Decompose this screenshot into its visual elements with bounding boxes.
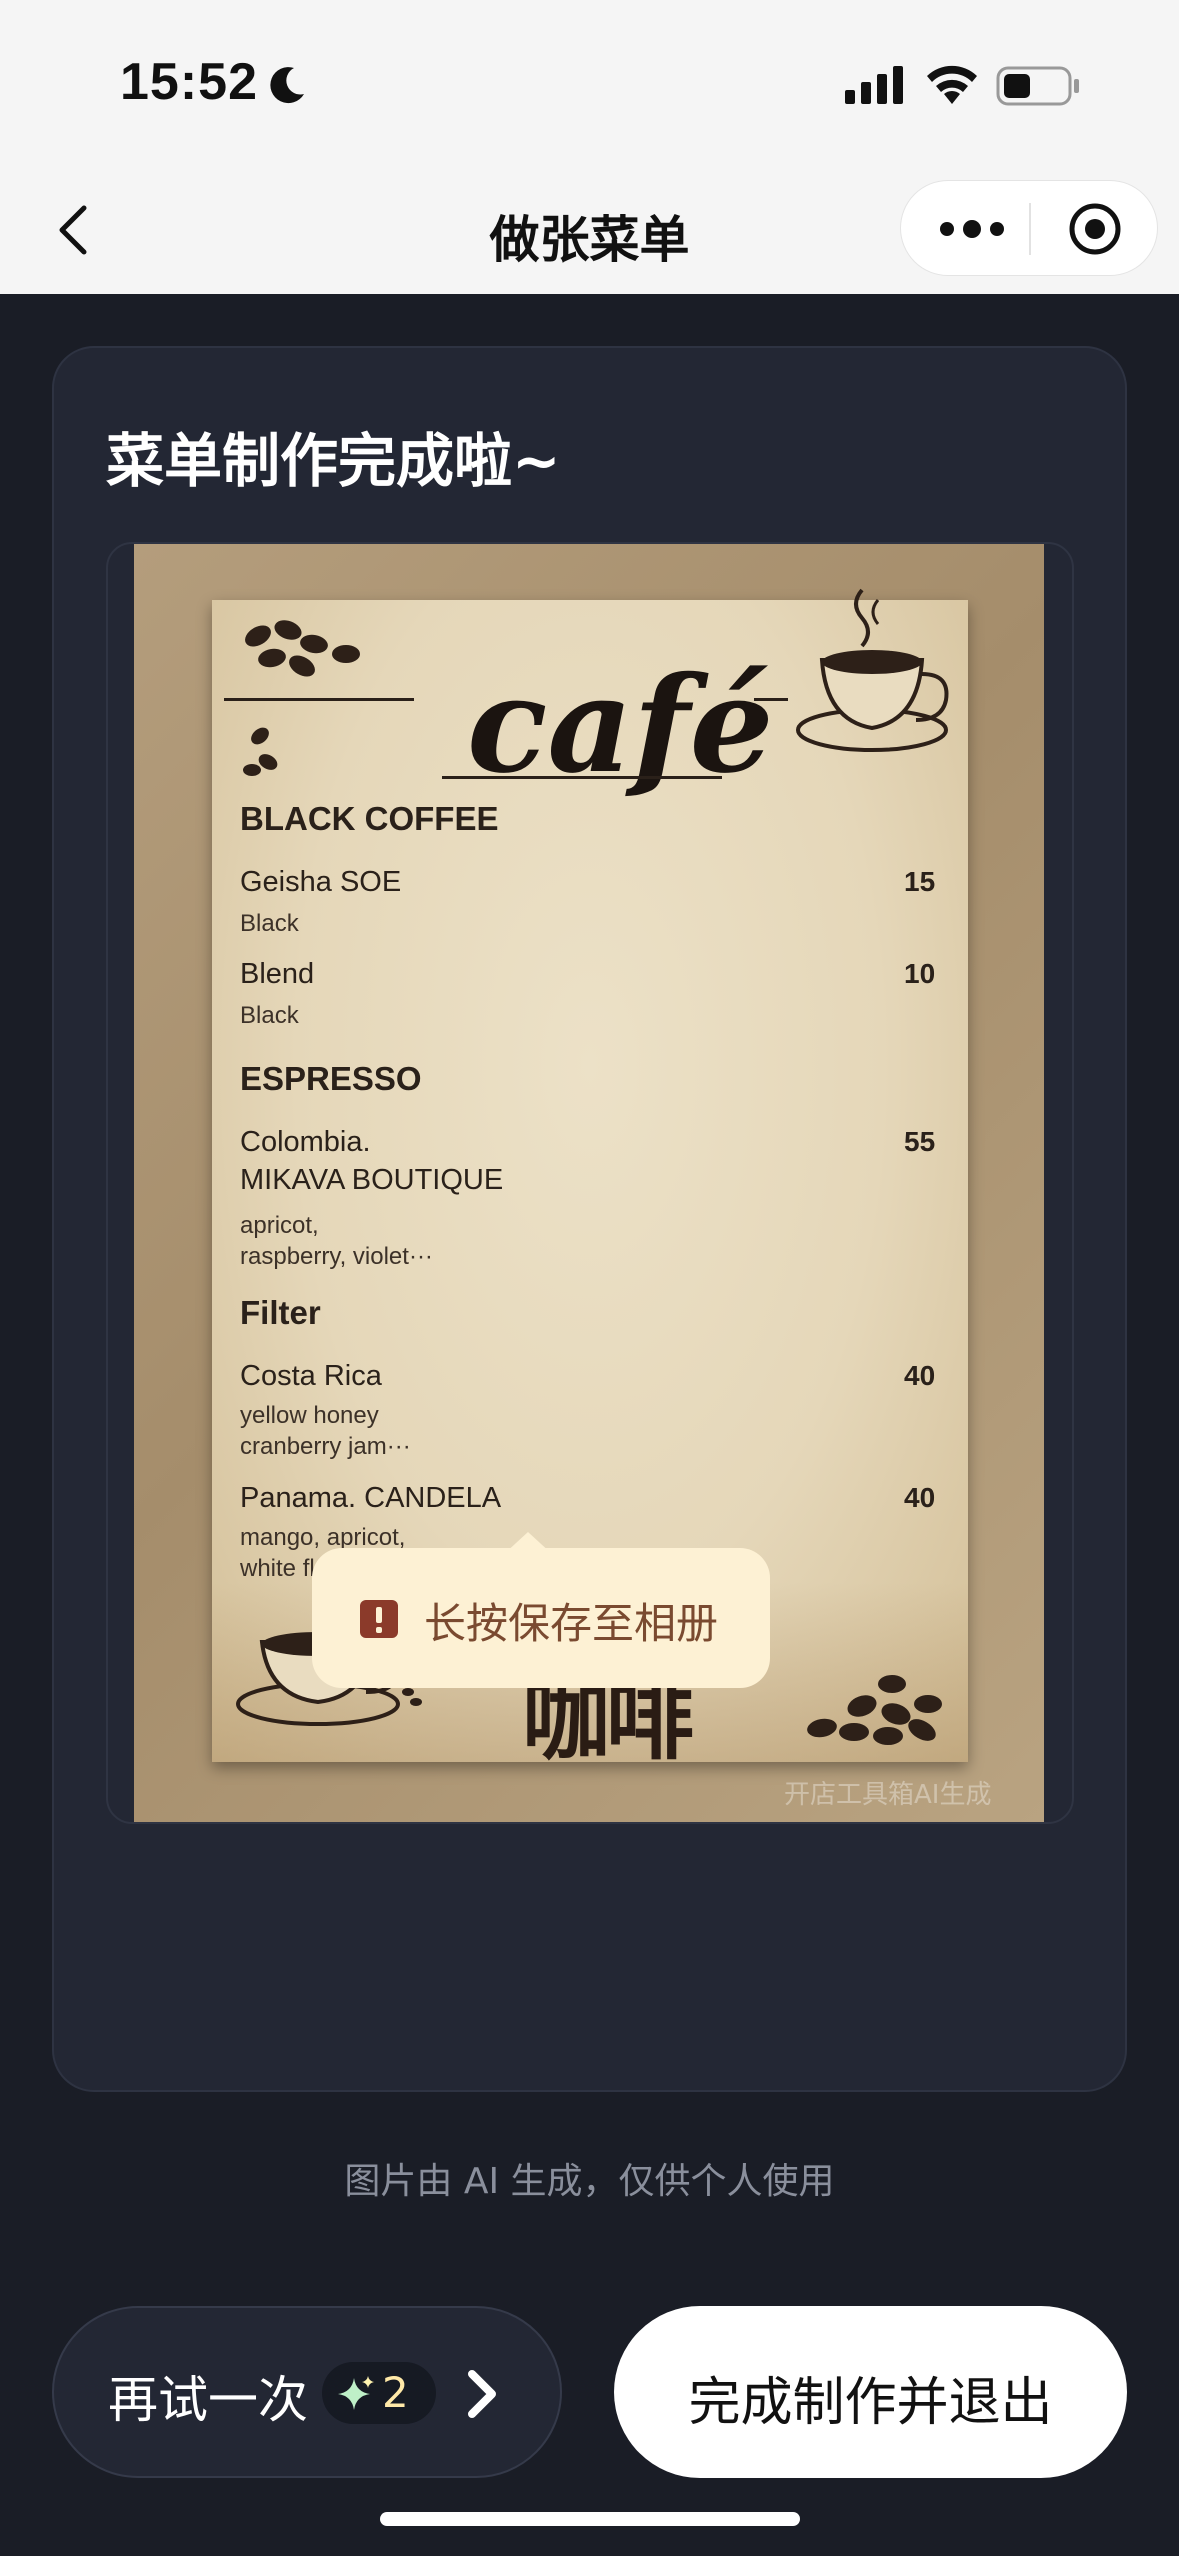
section-espresso: ESPRESSO bbox=[240, 1060, 422, 1097]
target-icon[interactable] bbox=[1067, 201, 1123, 257]
retry-button[interactable]: 再试一次 2 bbox=[52, 2306, 562, 2478]
menu-item-price: 15 bbox=[904, 866, 936, 897]
menu-item-desc: Black bbox=[240, 910, 299, 937]
coffee-cup-icon bbox=[796, 588, 949, 752]
menu-item-name: Blend bbox=[240, 958, 315, 990]
wifi-icon bbox=[927, 65, 977, 104]
sparkle-icon bbox=[338, 2376, 374, 2410]
capsule-divider bbox=[1029, 203, 1031, 255]
menu-item-desc: cranberry jam··· bbox=[240, 1433, 411, 1460]
finish-label: 完成制作并退出 bbox=[688, 2373, 1053, 2433]
menu-item-desc: Black bbox=[240, 1002, 299, 1029]
menu-item-price: 10 bbox=[904, 958, 936, 989]
section-filter: Filter bbox=[240, 1294, 321, 1331]
coffee-beans-icon bbox=[245, 620, 360, 677]
status-bar: 15:52 bbox=[0, 0, 1179, 160]
title-rule-left bbox=[224, 698, 414, 701]
card-title: 菜单制作完成啦~ bbox=[106, 427, 561, 495]
menu-item-desc: apricot, bbox=[240, 1212, 319, 1239]
top-area: 15:52 做张菜单 bbox=[0, 0, 1179, 294]
finish-exit-button[interactable]: 完成制作并退出 bbox=[614, 2306, 1127, 2478]
nav-bar: 做张菜单 bbox=[0, 160, 1179, 294]
retry-count: 2 bbox=[382, 2368, 409, 2417]
menu-item-price: 40 bbox=[904, 1360, 936, 1391]
menu-item-price: 40 bbox=[904, 1482, 936, 1513]
menu-item-name: Panama. CANDELA bbox=[240, 1482, 502, 1514]
menu-item-price: 55 bbox=[904, 1126, 936, 1157]
chevron-right-icon bbox=[468, 2370, 496, 2418]
result-card: 菜单制作完成啦~ café BLACK COFFEE Geisha SOE 15… bbox=[52, 346, 1127, 2092]
menu-item-name: Colombia. bbox=[240, 1126, 371, 1158]
menu-item-desc: raspberry, violet··· bbox=[240, 1243, 433, 1270]
status-time: 15:52 bbox=[120, 53, 258, 111]
ai-watermark: 开店工具箱AI生成 bbox=[784, 1780, 992, 1810]
ai-disclaimer: 图片由 AI 生成，仅供个人使用 bbox=[344, 2161, 835, 2202]
menu-item-name: Geisha SOE bbox=[240, 866, 402, 898]
menu-title: café bbox=[467, 648, 774, 803]
menu-item-name-line2: MIKAVA BOUTIQUE bbox=[240, 1164, 504, 1196]
battery-icon bbox=[996, 66, 1079, 106]
warning-icon bbox=[360, 1600, 398, 1638]
coffee-beans-bottom-icon bbox=[807, 1675, 942, 1745]
mini-program-capsule bbox=[900, 180, 1158, 276]
signal-icon bbox=[845, 66, 903, 104]
title-underline bbox=[442, 776, 722, 779]
save-tooltip: 长按保存至相册 bbox=[312, 1548, 770, 1688]
home-indicator bbox=[380, 2512, 800, 2526]
section-black-coffee: BLACK COFFEE bbox=[240, 800, 499, 837]
menu-item-name: Costa Rica bbox=[240, 1360, 382, 1392]
retry-label: 再试一次 bbox=[108, 2371, 308, 2429]
coffee-bean-small-icon bbox=[243, 727, 278, 776]
retry-count-badge: 2 bbox=[322, 2362, 436, 2424]
more-icon[interactable] bbox=[937, 211, 1007, 247]
moon-icon bbox=[270, 67, 304, 104]
tooltip-text: 长按保存至相册 bbox=[424, 1599, 719, 1648]
menu-item-desc: yellow honey bbox=[240, 1402, 379, 1429]
